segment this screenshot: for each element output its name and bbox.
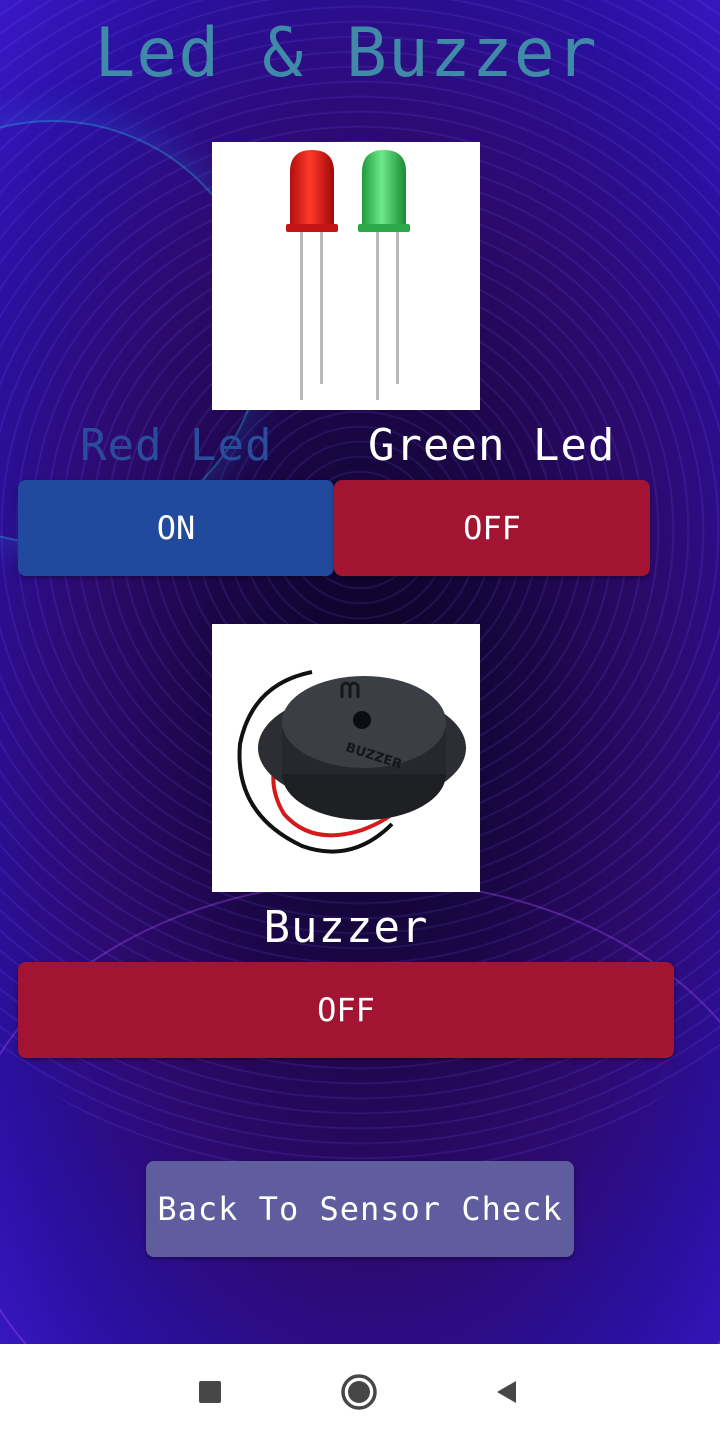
red-led-label: Red Led [80,420,273,471]
back-to-sensor-check-button[interactable]: Back To Sensor Check [146,1161,574,1257]
back-button-label: Back To Sensor Check [157,1190,563,1228]
led-image [212,142,480,410]
system-navigation-bar [0,1344,720,1440]
red-led-button-label: ON [156,509,196,547]
back-nav-button[interactable] [478,1364,534,1420]
buzzer-icon: BUZZER [237,670,466,854]
buzzer-label: Buzzer [263,902,429,953]
led-pair-icon [286,150,410,400]
buzzer-button-label: OFF [317,991,375,1029]
buzzer-toggle-button[interactable]: OFF [18,962,674,1058]
square-icon [199,1381,221,1403]
app-screen: Led & Buzzer Red Led Green Led ON OFF BU… [0,0,720,1344]
triangle-back-icon [497,1381,516,1403]
red-led-toggle-button[interactable]: ON [18,480,334,576]
green-led-label: Green Led [368,420,616,471]
green-led-button-label: OFF [463,509,521,547]
buzzer-image: BUZZER [212,624,480,892]
recents-button[interactable] [182,1364,238,1420]
green-led-toggle-button[interactable]: OFF [334,480,650,576]
home-button[interactable] [331,1364,387,1420]
circle-icon [341,1374,377,1410]
page-title: Led & Buzzer [94,14,598,93]
